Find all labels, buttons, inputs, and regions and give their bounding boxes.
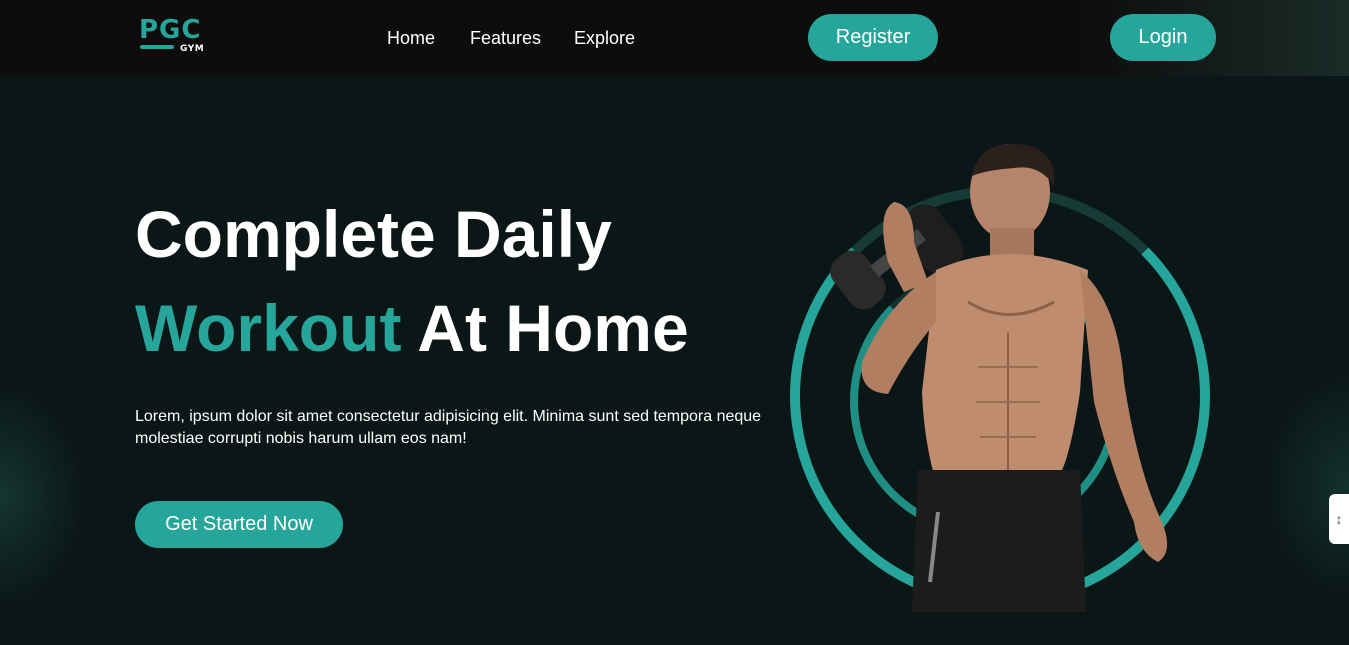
hero-section: Complete Daily Workout At Home Lorem, ip… [0, 76, 1349, 645]
hero-description: Lorem, ipsum dolor sit amet consectetur … [135, 408, 762, 447]
register-button[interactable]: Register [808, 14, 938, 61]
logo-underline [140, 45, 174, 49]
nav-link-home[interactable]: Home [387, 28, 435, 48]
logo-letters: PGC [139, 15, 202, 45]
get-started-button[interactable]: Get Started Now [135, 501, 343, 548]
athlete-with-dumbbell-image [830, 143, 1168, 612]
nav-link-features[interactable]: Features [470, 28, 541, 48]
scroll-widget-icon[interactable]: ↕ [1329, 494, 1349, 544]
top-navbar: PGC GYM Home Features Explore Register L… [0, 0, 1349, 76]
login-button[interactable]: Login [1110, 14, 1216, 61]
hero-headline-line1: Complete Daily [135, 197, 612, 271]
nav-link-explore[interactable]: Explore [574, 28, 635, 48]
hero-headline-line2: Workout At Home [135, 290, 689, 366]
hero-headline-accent: Workout [135, 291, 402, 365]
logo-subtitle: GYM [180, 44, 205, 54]
pgc-gym-logo[interactable]: PGC GYM [139, 15, 213, 57]
hero-headline-rest: At Home [401, 291, 689, 365]
